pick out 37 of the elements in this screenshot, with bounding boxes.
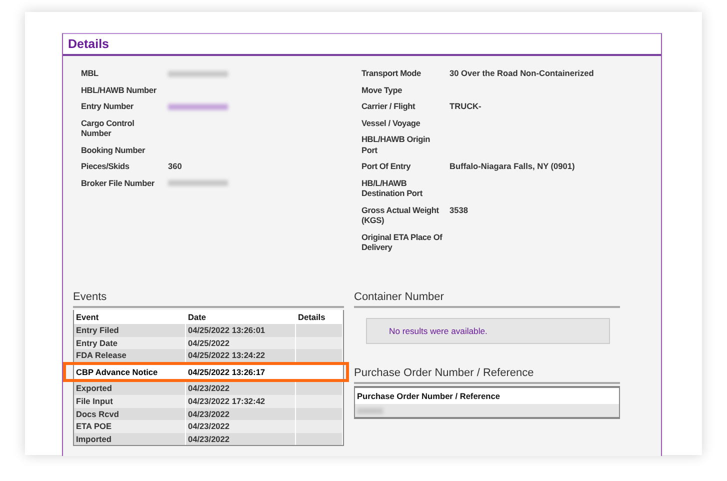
field-label: Gross Actual Weight (KGS) [362, 204, 440, 226]
field-value: 30 Over the Road Non-Containerized [450, 68, 595, 78]
field-label: Broker File Number [81, 178, 156, 188]
field-value: 3538 [450, 204, 469, 216]
section-title: Container Number [354, 291, 620, 308]
field-label: Booking Number [81, 144, 146, 155]
field-label: HBL/HAWB Number [81, 84, 158, 95]
table-cell: 04/25/2022 13:26:17 [186, 366, 296, 378]
table-cell: Imported [74, 432, 186, 446]
field-label: Port Of Entry [362, 161, 412, 172]
field-label: Vessel / Voyage [362, 118, 422, 128]
field-label: HB/L/HAWB Destination Port [362, 178, 424, 198]
table-cell: 04/23/2022 [186, 432, 296, 446]
redacted-value [357, 408, 383, 414]
message-text: No results were available. [389, 326, 488, 336]
field-label: Carrier / Flight [362, 101, 416, 112]
field-label: Pieces/Skids [81, 161, 130, 172]
field-label: Cargo Control Number [81, 118, 136, 138]
redacted-value [168, 70, 228, 77]
field-label: MBL [81, 68, 100, 78]
section-title: Purchase Order Number / Reference [354, 367, 620, 384]
field-value: Buffalo-Niagara Falls, NY (0901) [450, 161, 576, 172]
field-label: Move Type [362, 84, 403, 95]
field-label: Original ETA Place Of Delivery [362, 232, 444, 252]
table-cell: CBP Advance Notice [74, 366, 186, 378]
redacted-link[interactable] [168, 104, 228, 110]
field-value: TRUCK- [450, 101, 482, 112]
table-cell: 04/25/2022 13:24:22 [186, 349, 296, 362]
field-label: HBL/HAWB Origin Port [362, 134, 431, 155]
field-label: Transport Mode [362, 68, 422, 78]
field-label: Entry Number [81, 101, 134, 112]
field-value: 360 [168, 161, 183, 172]
section-title: Events [73, 291, 344, 308]
panel-title: Details [63, 34, 661, 56]
column-header: Purchase Order Number / Reference [355, 388, 619, 404]
redacted-value [168, 180, 228, 186]
table-cell: FDA Release [74, 349, 186, 362]
